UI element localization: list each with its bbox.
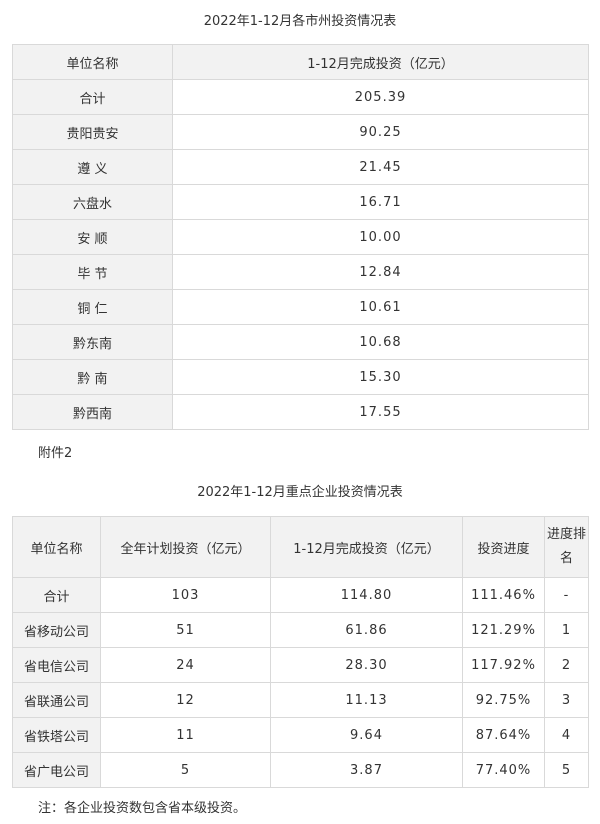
table-row: 合计 205.39 [12,79,589,115]
row-progress: 92.75% [462,682,545,718]
row-name: 黔 南 [12,359,173,395]
row-progress: 77.40% [462,752,545,788]
row-value: 10.00 [172,219,589,255]
row-progress: 117.92% [462,647,545,683]
table-row: 省移动公司 51 61.86 121.29% 1 [12,612,589,648]
row-value: 12.84 [172,254,589,290]
row-name: 贵阳贵安 [12,114,173,150]
header-unit-name: 单位名称 [12,516,101,578]
row-name: 省电信公司 [12,647,101,683]
row-name: 毕 节 [12,254,173,290]
row-plan: 11 [100,717,271,753]
row-done: 114.80 [270,577,463,613]
row-rank: 4 [544,717,589,753]
row-name: 合计 [12,79,173,115]
table-row: 铜 仁 10.61 [12,289,589,325]
table-row: 毕 节 12.84 [12,254,589,290]
row-name: 省移动公司 [12,612,101,648]
row-name: 省联通公司 [12,682,101,718]
row-value: 10.68 [172,324,589,360]
header-completed-investment: 1-12月完成投资（亿元） [172,44,589,80]
row-name: 黔东南 [12,324,173,360]
row-progress: 111.46% [462,577,545,613]
header-completed-investment: 1-12月完成投资（亿元） [270,516,463,578]
row-plan: 12 [100,682,271,718]
table-row: 黔 南 15.30 [12,359,589,395]
attachment-label: 附件2 [38,446,73,461]
row-value: 15.30 [172,359,589,395]
row-name: 黔西南 [12,394,173,430]
row-rank: 1 [544,612,589,648]
header-rank: 进度排名 [544,516,589,578]
row-value: 10.61 [172,289,589,325]
row-plan: 103 [100,577,271,613]
table-row: 省铁塔公司 11 9.64 87.64% 4 [12,717,589,753]
row-name: 安 顺 [12,219,173,255]
table-row: 省电信公司 24 28.30 117.92% 2 [12,647,589,683]
table-row: 黔西南 17.55 [12,394,589,430]
table-row: 省广电公司 5 3.87 77.40% 5 [12,752,589,788]
table1-title: 2022年1-12月各市州投资情况表 [203,14,397,29]
table-row: 六盘水 16.71 [12,184,589,220]
row-done: 9.64 [270,717,463,753]
row-done: 11.13 [270,682,463,718]
header-unit-name: 单位名称 [12,44,173,80]
table-header-row: 单位名称 1-12月完成投资（亿元） [12,44,589,80]
table-row: 合计 103 114.80 111.46% - [12,577,589,613]
row-progress: 87.64% [462,717,545,753]
row-name: 六盘水 [12,184,173,220]
table-row: 黔东南 10.68 [12,324,589,360]
table-row: 安 顺 10.00 [12,219,589,255]
row-value: 17.55 [172,394,589,430]
row-rank: 2 [544,647,589,683]
row-name: 合计 [12,577,101,613]
header-annual-plan: 全年计划投资（亿元） [100,516,271,578]
city-investment-table: 单位名称 1-12月完成投资（亿元） 合计 205.39 贵阳贵安 90.25 … [12,44,589,430]
row-done: 28.30 [270,647,463,683]
row-done: 3.87 [270,752,463,788]
header-progress: 投资进度 [462,516,545,578]
footnote: 注：各企业投资数包含省本级投资。 [38,801,247,816]
row-value: 16.71 [172,184,589,220]
row-done: 61.86 [270,612,463,648]
table-row: 遵 义 21.45 [12,149,589,185]
table2-title: 2022年1-12月重点企业投资情况表 [197,485,403,500]
row-plan: 24 [100,647,271,683]
row-plan: 51 [100,612,271,648]
row-plan: 5 [100,752,271,788]
row-value: 205.39 [172,79,589,115]
table-header-row: 单位名称 全年计划投资（亿元） 1-12月完成投资（亿元） 投资进度 进度排名 [12,516,589,578]
enterprise-investment-table: 单位名称 全年计划投资（亿元） 1-12月完成投资（亿元） 投资进度 进度排名 … [12,516,589,788]
row-name: 省铁塔公司 [12,717,101,753]
row-name: 遵 义 [12,149,173,185]
table-row: 贵阳贵安 90.25 [12,114,589,150]
row-name: 铜 仁 [12,289,173,325]
row-progress: 121.29% [462,612,545,648]
row-value: 90.25 [172,114,589,150]
row-rank: 5 [544,752,589,788]
row-value: 21.45 [172,149,589,185]
table-row: 省联通公司 12 11.13 92.75% 3 [12,682,589,718]
row-rank: 3 [544,682,589,718]
row-rank: - [544,577,589,613]
row-name: 省广电公司 [12,752,101,788]
